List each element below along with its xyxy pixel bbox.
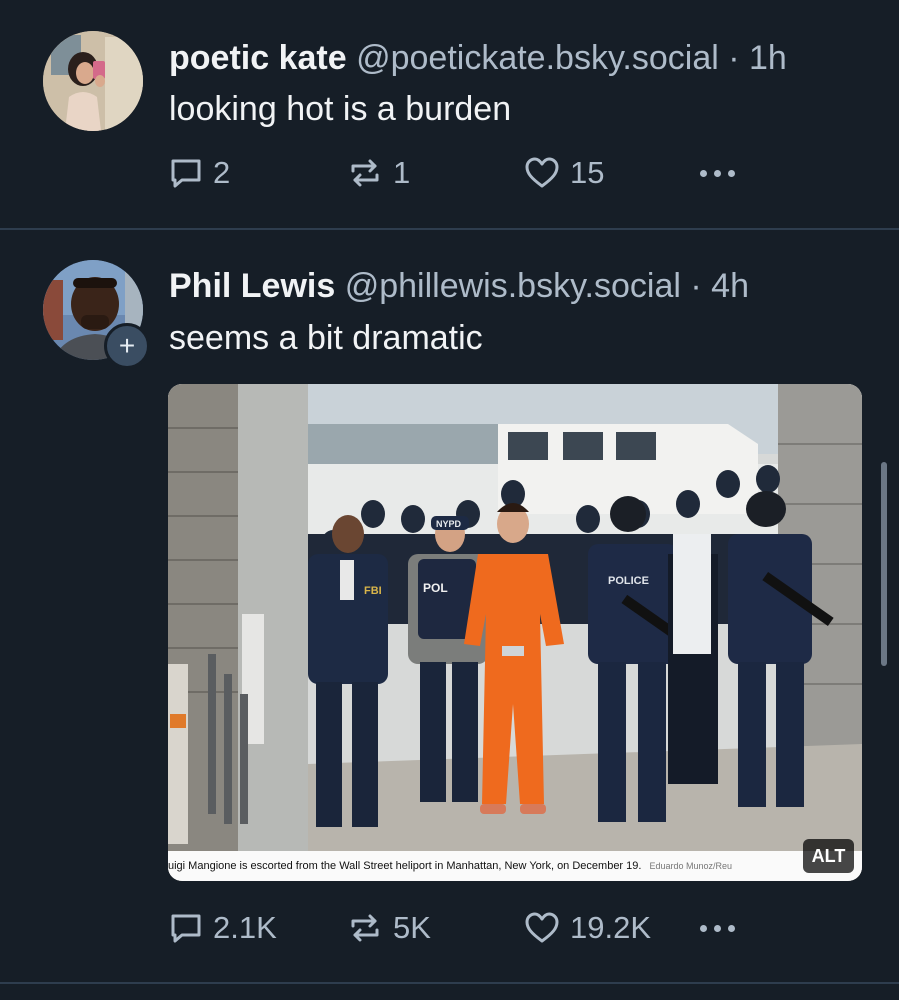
- timestamp[interactable]: · 4h: [690, 267, 749, 305]
- svg-text:NYPD: NYPD: [436, 519, 462, 529]
- repost-arrows-icon: [351, 914, 379, 942]
- speech-bubble-icon: [171, 914, 201, 943]
- reply-button[interactable]: 2.1K: [168, 908, 277, 948]
- repost-count: 5K: [393, 910, 431, 945]
- post-text: seems a bit dramatic: [169, 319, 483, 357]
- ellipsis-icon: [700, 169, 707, 177]
- reply-count: 2: [213, 155, 231, 190]
- more-options-button[interactable]: [700, 908, 742, 948]
- post-header: Phil Lewis @phillewis.bsky.social · 4h: [169, 266, 749, 306]
- reply-button[interactable]: 2: [168, 153, 230, 193]
- svg-text:POLICE: POLICE: [608, 575, 649, 587]
- display-name[interactable]: poetic kate: [169, 39, 347, 77]
- like-count: 15: [570, 155, 605, 190]
- follow-plus-button[interactable]: +: [104, 323, 150, 369]
- photo-caption: uigi Mangione is escorted from the Wall …: [168, 851, 862, 881]
- like-button[interactable]: 15: [523, 153, 604, 193]
- avatar[interactable]: [43, 31, 143, 131]
- post-text: looking hot is a burden: [169, 90, 512, 128]
- news-photo: FBI NYPD POL POLICE: [168, 384, 862, 881]
- post-actions: 2.1K 5K 19.2K: [168, 908, 788, 948]
- caption-text: uigi Mangione is escorted from the Wall …: [168, 860, 642, 872]
- svg-text:FBI: FBI: [364, 585, 382, 597]
- handle[interactable]: @phillewis.bsky.social: [345, 267, 681, 305]
- repost-count: 1: [393, 155, 411, 190]
- like-count: 19.2K: [570, 910, 652, 945]
- repost-arrows-icon: [351, 159, 379, 187]
- post-divider: [0, 982, 899, 984]
- like-button[interactable]: 19.2K: [523, 908, 651, 948]
- timestamp[interactable]: · 1h: [728, 39, 787, 77]
- heart-icon: [525, 157, 559, 188]
- post-actions: 2 1 15: [168, 153, 788, 193]
- reply-count: 2.1K: [213, 910, 277, 945]
- post-poetic-kate[interactable]: poetic kate @poetickate.bsky.social · 1h…: [0, 0, 899, 228]
- post-header: poetic kate @poetickate.bsky.social · 1h: [169, 38, 787, 78]
- repost-button[interactable]: 1: [346, 153, 410, 193]
- scrollbar[interactable]: [881, 462, 887, 666]
- photo-credit: Eduardo Munoz/Reu: [649, 861, 733, 871]
- ellipsis-icon: [700, 924, 707, 932]
- display-name[interactable]: Phil Lewis: [169, 267, 335, 305]
- post-image[interactable]: FBI NYPD POL POLICE uigi Mangione is esc…: [168, 384, 862, 881]
- handle[interactable]: @poetickate.bsky.social: [356, 39, 719, 77]
- svg-text:POL: POL: [423, 581, 448, 595]
- repost-button[interactable]: 5K: [346, 908, 431, 948]
- avatar-image: [43, 31, 143, 131]
- speech-bubble-icon: [171, 159, 201, 188]
- heart-icon: [525, 912, 559, 943]
- more-options-button[interactable]: [700, 153, 742, 193]
- alt-text-button[interactable]: ALT: [803, 839, 854, 873]
